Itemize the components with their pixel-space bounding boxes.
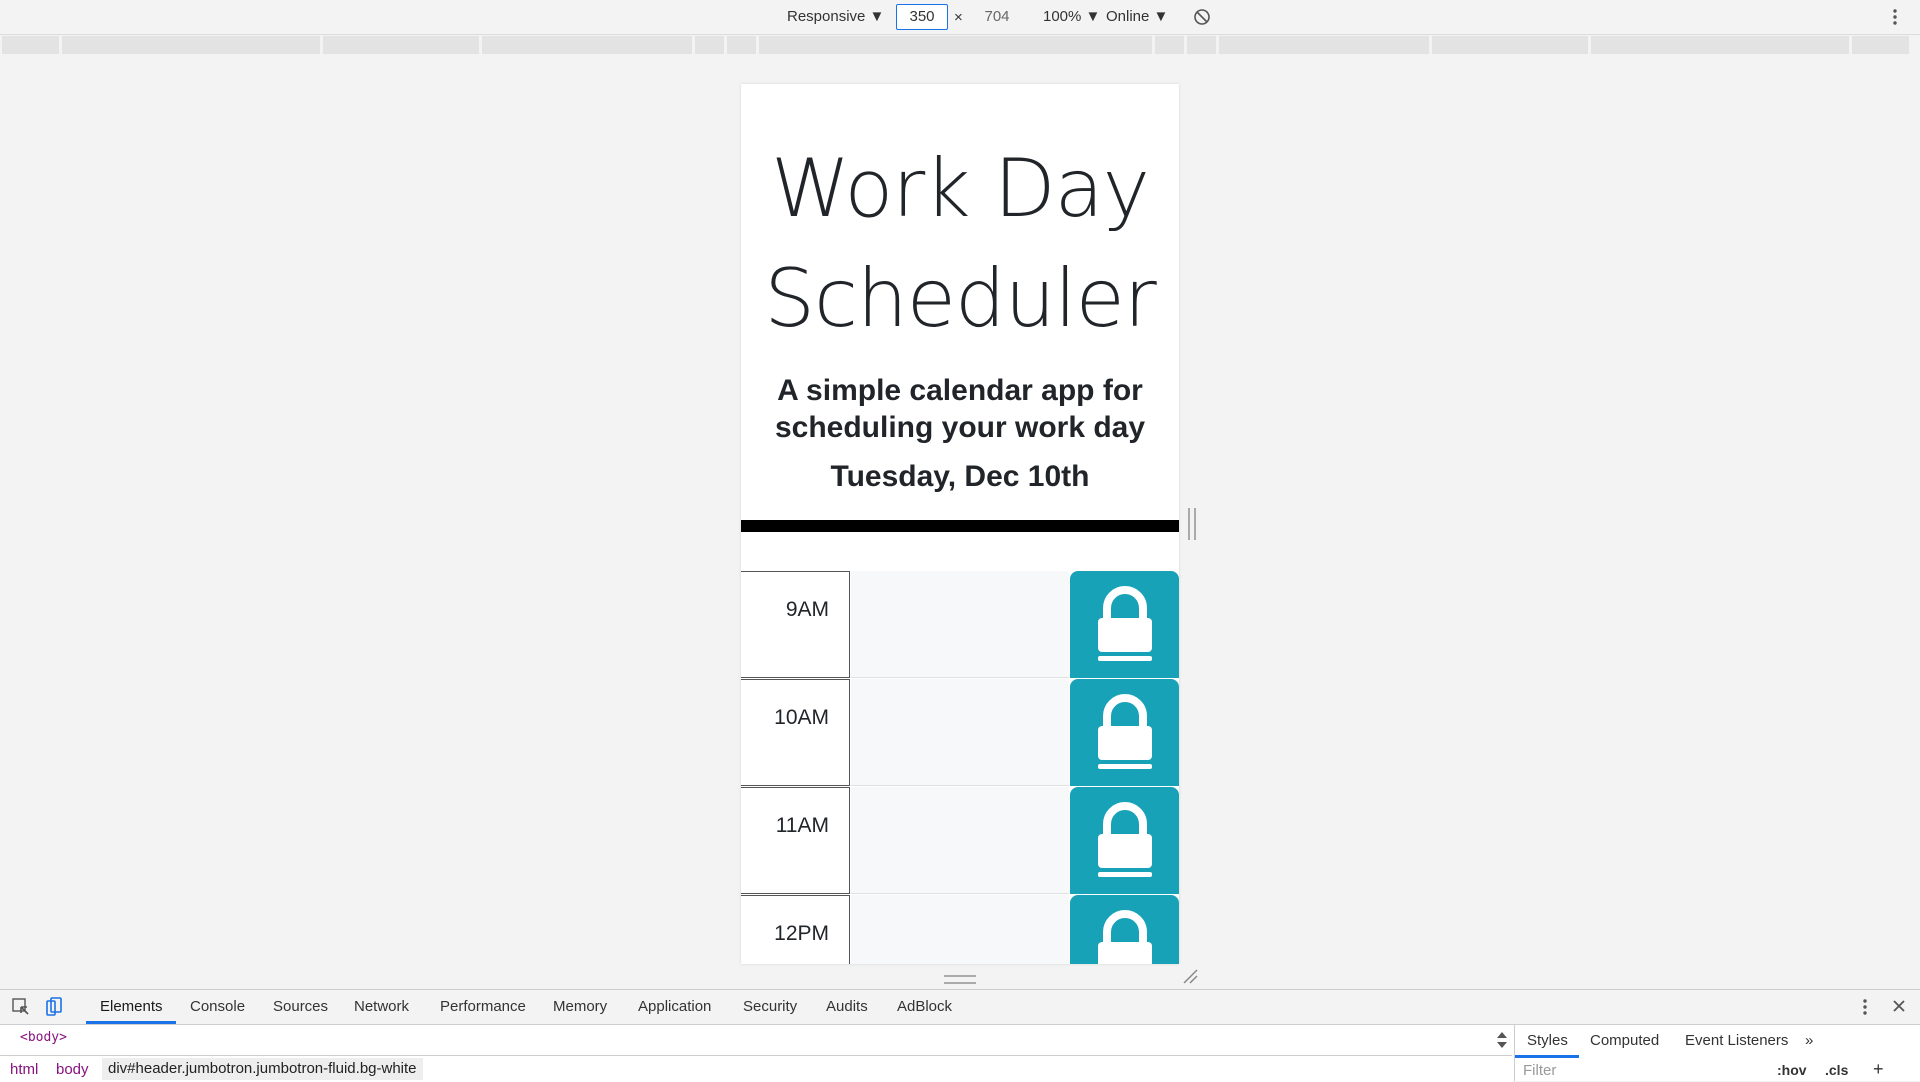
resize-handle-corner[interactable] xyxy=(1182,968,1198,984)
tab-sources[interactable]: Sources xyxy=(273,998,328,1015)
time-block-row: 12PM xyxy=(741,895,1179,964)
devtools-menu-icon[interactable] xyxy=(1862,997,1868,1022)
media-query-segment[interactable] xyxy=(2,36,59,54)
devtools-panel: Elements Console Sources Network Perform… xyxy=(0,989,1920,1082)
zoom-select[interactable]: 100% ▼ xyxy=(1043,8,1100,25)
resize-handle-bottom[interactable] xyxy=(944,975,976,984)
media-query-segment[interactable] xyxy=(1219,36,1429,54)
hover-state-toggle[interactable]: :hov xyxy=(1777,1062,1807,1078)
media-query-bar[interactable] xyxy=(0,36,1920,56)
header-divider xyxy=(741,520,1179,532)
time-block-row: 11AM xyxy=(741,787,1179,894)
dimension-separator: × xyxy=(954,9,963,26)
add-rule-icon[interactable]: + xyxy=(1873,1059,1884,1080)
tab-styles[interactable]: Styles xyxy=(1527,1032,1568,1049)
styles-active-indicator xyxy=(1515,1055,1579,1058)
tab-adblock[interactable]: AdBlock xyxy=(897,998,952,1015)
more-tabs-icon[interactable]: » xyxy=(1805,1032,1813,1049)
page-lead: A simple calendar app for scheduling you… xyxy=(774,374,1146,444)
save-button[interactable] xyxy=(1070,571,1179,678)
task-textarea[interactable] xyxy=(851,895,1069,964)
tab-console[interactable]: Console xyxy=(190,998,245,1015)
breadcrumb-item[interactable]: html xyxy=(10,1061,38,1078)
inspect-element-icon[interactable] xyxy=(12,998,30,1021)
tab-performance[interactable]: Performance xyxy=(440,998,526,1015)
media-query-segment[interactable] xyxy=(1155,36,1184,54)
scroll-arrows-icon[interactable] xyxy=(1496,1030,1508,1055)
network-throttle-select[interactable]: Online ▼ xyxy=(1106,8,1168,25)
media-query-segment[interactable] xyxy=(695,36,724,54)
devtools-tabbar: Elements Console Sources Network Perform… xyxy=(0,990,1920,1025)
media-query-segment[interactable] xyxy=(1591,36,1849,54)
class-toggle[interactable]: .cls xyxy=(1825,1062,1848,1078)
page-title: Work Day Scheduler xyxy=(764,142,1157,345)
time-block-row: 9AM xyxy=(741,571,1179,678)
hour-label: 10AM xyxy=(741,679,850,786)
device-toolbar: Responsive ▼ 350 × 704 100% ▼ Online ▼ xyxy=(0,0,1920,35)
media-query-segment[interactable] xyxy=(62,36,320,54)
dom-node-body[interactable]: <body> xyxy=(20,1030,67,1045)
breadcrumb-item[interactable]: body xyxy=(56,1061,89,1078)
rotate-icon[interactable] xyxy=(1192,7,1212,31)
device-select[interactable]: Responsive ▼ xyxy=(787,8,884,25)
elements-pane: <body> html body div#header.jumbotron.ju… xyxy=(0,1024,1512,1082)
resize-handle-right[interactable] xyxy=(1188,508,1196,540)
tab-network[interactable]: Network xyxy=(354,998,409,1015)
tab-computed[interactable]: Computed xyxy=(1590,1032,1659,1049)
tab-elements[interactable]: Elements xyxy=(100,998,163,1015)
header-jumbotron: Work Day Scheduler A simple calendar app… xyxy=(741,84,1179,494)
tab-application[interactable]: Application xyxy=(638,998,711,1015)
task-textarea[interactable] xyxy=(851,787,1069,894)
save-button[interactable] xyxy=(1070,787,1179,894)
media-query-segment[interactable] xyxy=(1432,36,1588,54)
tab-memory[interactable]: Memory xyxy=(553,998,607,1015)
media-query-segment[interactable] xyxy=(323,36,479,54)
lock-icon xyxy=(1097,585,1152,661)
media-query-segment[interactable] xyxy=(1852,36,1909,54)
styles-filter-input[interactable]: Filter xyxy=(1523,1062,1556,1079)
media-query-segment[interactable] xyxy=(759,36,1152,54)
width-input[interactable]: 350 xyxy=(896,4,948,30)
lock-icon xyxy=(1097,909,1152,964)
lock-icon xyxy=(1097,801,1152,877)
media-query-segment[interactable] xyxy=(482,36,692,54)
close-icon[interactable] xyxy=(1892,999,1906,1018)
styles-pane: Styles Computed Event Listeners » Filter… xyxy=(1514,1024,1920,1081)
media-query-segment[interactable] xyxy=(1187,36,1216,54)
save-button[interactable] xyxy=(1070,679,1179,786)
device-toolbar-toggle-icon[interactable] xyxy=(46,997,62,1022)
hour-label: 9AM xyxy=(741,571,850,678)
emulated-viewport: Work Day Scheduler A simple calendar app… xyxy=(741,84,1179,964)
tab-event-listeners[interactable]: Event Listeners xyxy=(1685,1032,1788,1049)
breadcrumb-item-selected[interactable]: div#header.jumbotron.jumbotron-fluid.bg-… xyxy=(102,1058,423,1080)
media-query-segment[interactable] xyxy=(727,36,756,54)
hour-label: 11AM xyxy=(741,787,850,894)
height-input[interactable]: 704 xyxy=(971,4,1023,30)
more-options-icon[interactable] xyxy=(1892,7,1898,31)
tab-audits[interactable]: Audits xyxy=(826,998,868,1015)
breadcrumb: html body div#header.jumbotron.jumbotron… xyxy=(0,1055,1512,1082)
task-textarea[interactable] xyxy=(851,679,1069,786)
current-day: Tuesday, Dec 10th xyxy=(830,460,1090,493)
time-block-row: 10AM xyxy=(741,679,1179,786)
hour-label: 12PM xyxy=(741,895,850,964)
task-textarea[interactable] xyxy=(851,571,1069,678)
save-button[interactable] xyxy=(1070,895,1179,964)
tab-security[interactable]: Security xyxy=(743,998,797,1015)
lock-icon xyxy=(1097,693,1152,769)
